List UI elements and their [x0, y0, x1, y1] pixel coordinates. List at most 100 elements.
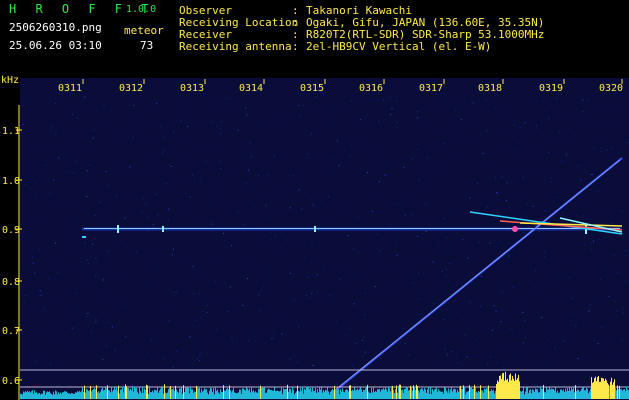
strength-bar [246, 387, 247, 399]
strength-bar [579, 392, 580, 399]
noise-speckle [158, 167, 160, 169]
noise-speckle [568, 311, 570, 313]
noise-speckle [358, 250, 359, 252]
noise-speckle [369, 145, 371, 147]
noise-speckle [66, 313, 68, 314]
noise-speckle [194, 343, 196, 345]
noise-speckle [247, 147, 249, 149]
strength-bar [46, 392, 47, 399]
strength-bar [135, 388, 136, 399]
noise-speckle [353, 248, 355, 250]
noise-speckle [100, 342, 102, 344]
strength-bar [591, 377, 592, 399]
noise-speckle [265, 216, 267, 218]
noise-speckle [375, 158, 377, 160]
noise-speckle [404, 214, 406, 216]
noise-speckle [42, 308, 44, 310]
noise-speckle [129, 167, 131, 169]
noise-speckle [469, 197, 471, 199]
noise-speckle [187, 325, 189, 327]
noise-speckle [606, 255, 608, 257]
noise-speckle [480, 110, 482, 112]
noise-speckle [589, 308, 591, 310]
strength-bar [41, 393, 42, 399]
noise-speckle [443, 143, 445, 145]
strength-bar [608, 384, 609, 399]
noise-speckle [577, 120, 579, 122]
noise-speckle [563, 273, 565, 274]
noise-speckle [48, 278, 50, 280]
noise-speckle [325, 287, 327, 289]
strength-bar [79, 390, 80, 399]
strength-bar [160, 388, 161, 399]
noise-speckle [49, 364, 51, 366]
noise-speckle [172, 366, 174, 368]
strength-bar [64, 391, 65, 399]
noise-speckle [392, 204, 394, 206]
strength-bar [249, 388, 250, 399]
noise-speckle [502, 113, 504, 115]
noise-speckle [55, 96, 57, 98]
strength-bar [81, 390, 82, 399]
noise-speckle [486, 99, 488, 101]
noise-speckle [582, 215, 584, 216]
noise-speckle [508, 207, 510, 209]
noise-speckle [396, 121, 398, 123]
strength-bar [361, 389, 362, 399]
strength-bar [242, 388, 243, 399]
noise-speckle [377, 255, 379, 257]
noise-speckle [577, 358, 579, 359]
noise-speckle [71, 206, 73, 208]
noise-speckle [320, 221, 322, 223]
noise-speckle [366, 172, 368, 174]
strength-bar [299, 391, 300, 399]
noise-speckle [157, 137, 159, 139]
noise-speckle [193, 293, 195, 295]
strength-bar [168, 389, 169, 399]
noise-speckle [97, 302, 99, 304]
strength-bar [268, 388, 269, 399]
noise-speckle [509, 207, 511, 209]
noise-speckle [313, 365, 315, 366]
noise-speckle [355, 342, 357, 344]
noise-speckle [430, 185, 432, 186]
strength-bar [128, 388, 129, 399]
strength-bar [380, 391, 381, 399]
strength-bar [460, 385, 461, 399]
noise-speckle [443, 319, 445, 320]
noise-speckle [266, 174, 268, 176]
noise-speckle [45, 164, 47, 166]
strength-bar [140, 391, 141, 399]
strength-bar [409, 389, 410, 399]
strength-bar [378, 389, 379, 399]
noise-speckle [180, 153, 181, 155]
time-tick-0311: 0311 [58, 83, 82, 94]
noise-speckle [206, 311, 208, 313]
noise-speckle [417, 298, 419, 300]
noise-speckle [252, 204, 254, 206]
noise-speckle [327, 196, 329, 198]
noise-speckle [522, 332, 524, 334]
noise-speckle [317, 193, 319, 195]
strength-bar [195, 391, 196, 399]
noise-speckle [440, 339, 442, 341]
noise-speckle [492, 329, 493, 331]
strength-bar [599, 382, 600, 399]
noise-speckle [87, 262, 89, 264]
noise-speckle [272, 337, 274, 339]
noise-speckle [54, 103, 56, 104]
noise-speckle [154, 286, 156, 288]
noise-speckle [133, 107, 135, 109]
noise-speckle [446, 291, 448, 293]
strength-bar [584, 390, 585, 399]
strength-bar [582, 386, 583, 399]
noise-speckle [41, 294, 43, 296]
noise-speckle [66, 229, 68, 231]
noise-speckle [189, 336, 191, 338]
strength-bar [124, 387, 125, 399]
strength-bar [215, 387, 216, 399]
strength-bar [151, 392, 152, 399]
strength-bar [200, 392, 201, 399]
noise-speckle [237, 211, 239, 213]
noise-speckle [94, 175, 96, 177]
